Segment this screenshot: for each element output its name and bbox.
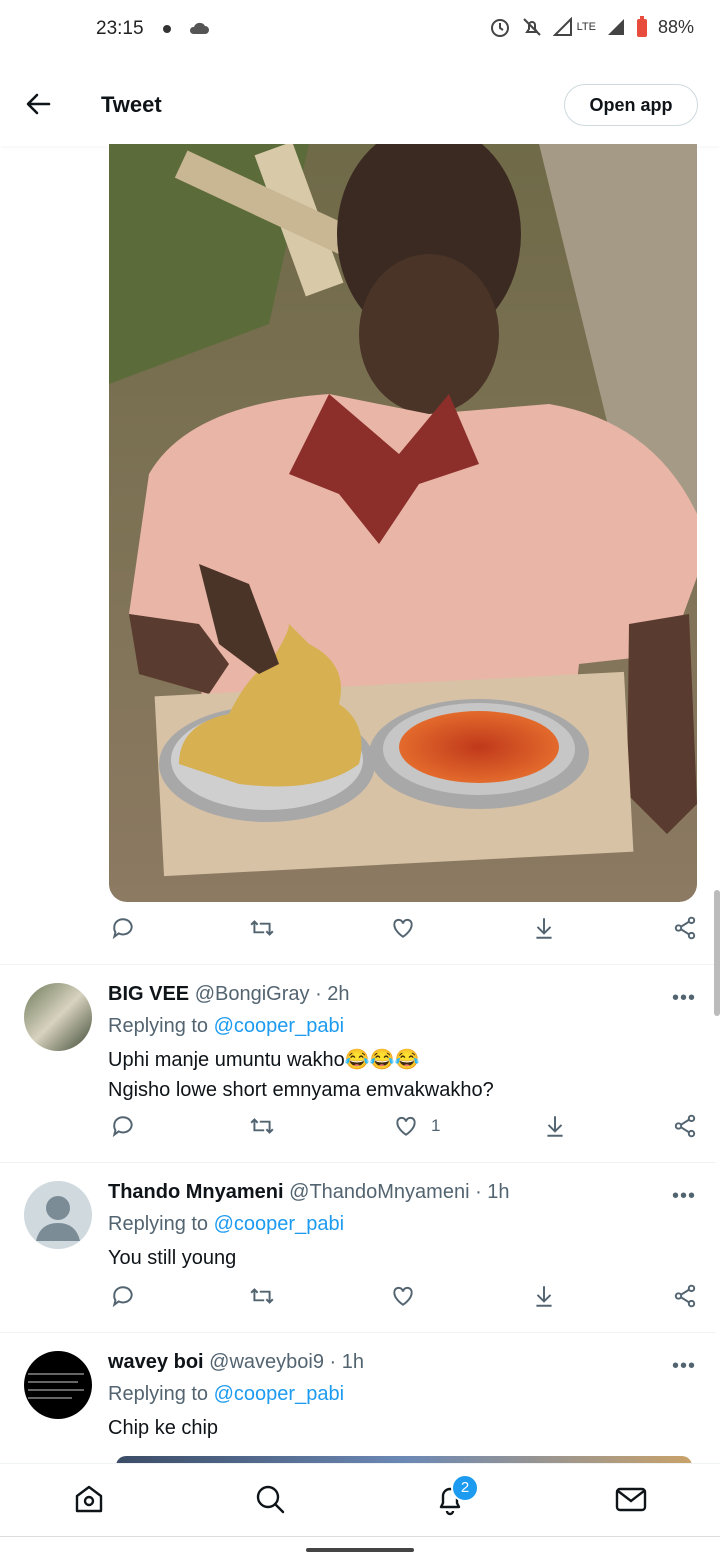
- person-icon: [36, 1196, 80, 1241]
- replying-handle-link[interactable]: @cooper_pabi: [214, 1383, 344, 1405]
- reply-text: You still young: [108, 1243, 236, 1273]
- reply-actions: 1: [0, 1113, 720, 1153]
- reply-text-line: You still young: [108, 1247, 237, 1269]
- like-button[interactable]: 1: [393, 1113, 440, 1139]
- retweet-icon: [250, 1118, 274, 1134]
- reply-header: wavey boi @waveyboi9 · 1h: [108, 1351, 364, 1374]
- page-title: Tweet: [101, 92, 162, 117]
- retweet-icon: [250, 920, 274, 936]
- share-icon: [674, 1284, 696, 1308]
- alarm-icon: [490, 19, 509, 37]
- open-app-button[interactable]: Open app: [564, 84, 698, 126]
- download-button[interactable]: [542, 1113, 568, 1139]
- heart-icon: [393, 918, 413, 938]
- replying-handle-link[interactable]: @cooper_pabi: [214, 1213, 344, 1235]
- notification-dot-icon: [163, 25, 171, 33]
- replying-to: Replying to @cooper_pabi: [108, 1015, 344, 1038]
- home-indicator[interactable]: [306, 1548, 414, 1552]
- user-name[interactable]: BIG VEE: [108, 983, 189, 1005]
- tweet-actions: [0, 915, 720, 955]
- reply-item[interactable]: Thando Mnyameni @ThandoMnyameni · 1h •••…: [0, 1163, 720, 1333]
- reply-text-line: Chip ke chip: [108, 1417, 219, 1439]
- reply-icon: [112, 1286, 133, 1308]
- messages-envelope-icon[interactable]: [614, 1482, 648, 1516]
- reply-text-line: Ngisho lowe short emnyama emvakwakho?: [108, 1079, 494, 1101]
- reply-header: BIG VEE @BongiGray · 2h: [108, 983, 350, 1006]
- heart-icon: [393, 1286, 413, 1306]
- reply-time: · 1h: [475, 1181, 510, 1203]
- replying-label: Replying to: [108, 1015, 209, 1037]
- share-button[interactable]: [672, 1113, 698, 1139]
- retweet-button[interactable]: [249, 1113, 275, 1139]
- status-bar: 23:15 LTE 88%: [0, 0, 720, 60]
- default-avatar[interactable]: [24, 1181, 92, 1249]
- bottom-nav: [0, 1463, 720, 1536]
- avatar[interactable]: [24, 983, 92, 1051]
- mute-icon: [522, 18, 541, 36]
- text-avatar-image: [28, 1373, 84, 1399]
- download-icon: [536, 918, 552, 939]
- user-name[interactable]: Thando Mnyameni: [108, 1181, 284, 1203]
- reply-text: Uphi manje umuntu wakho😂😂😂 Ngisho lowe s…: [108, 1045, 494, 1105]
- reply-button[interactable]: [110, 1113, 136, 1139]
- like-button[interactable]: [390, 1283, 416, 1309]
- reply-text-line: Uphi manje umuntu wakho😂😂😂: [108, 1049, 420, 1071]
- reply-item[interactable]: BIG VEE @BongiGray · 2h ••• Replying to …: [0, 965, 720, 1163]
- battery-icon: [636, 16, 647, 37]
- reply-icon: [112, 918, 133, 940]
- reply-icon: [112, 1116, 133, 1138]
- tweet-photo[interactable]: [109, 144, 697, 902]
- share-icon: [674, 916, 696, 940]
- replying-label: Replying to: [108, 1383, 209, 1405]
- battery-level: 88%: [657, 16, 694, 37]
- reply-button[interactable]: [110, 915, 136, 941]
- replying-label: Replying to: [108, 1213, 209, 1235]
- replying-to: Replying to @cooper_pabi: [108, 1383, 344, 1406]
- more-options-icon[interactable]: •••: [672, 1185, 696, 1208]
- scrollbar[interactable]: [714, 890, 720, 1016]
- user-handle[interactable]: @BongiGray: [195, 983, 310, 1005]
- reply-time: · 2h: [315, 983, 350, 1005]
- more-options-icon[interactable]: •••: [672, 1355, 696, 1378]
- download-icon: [547, 1116, 563, 1137]
- status-time: 23:15: [96, 18, 144, 39]
- search-icon[interactable]: [253, 1482, 287, 1516]
- replying-to: Replying to @cooper_pabi: [108, 1213, 344, 1236]
- share-button[interactable]: [672, 915, 698, 941]
- like-button[interactable]: [390, 915, 416, 941]
- reply-button[interactable]: [110, 1283, 136, 1309]
- reply-header: Thando Mnyameni @ThandoMnyameni · 1h: [108, 1181, 510, 1204]
- notifications-badge: 2: [451, 1474, 479, 1502]
- signal-icon-2: [607, 19, 624, 35]
- user-handle[interactable]: @ThandoMnyameni: [289, 1181, 469, 1203]
- signal-icon: [552, 17, 572, 36]
- download-button[interactable]: [531, 1283, 557, 1309]
- home-icon[interactable]: [72, 1482, 106, 1516]
- user-name[interactable]: wavey boi: [108, 1351, 204, 1373]
- heart-icon: [396, 1116, 416, 1136]
- download-button[interactable]: [531, 915, 557, 941]
- replying-handle-link[interactable]: @cooper_pabi: [214, 1015, 344, 1037]
- download-icon: [536, 1286, 552, 1307]
- reply-text: Chip ke chip: [108, 1413, 218, 1443]
- user-handle[interactable]: @waveyboi9: [209, 1351, 324, 1373]
- share-icon: [674, 1114, 696, 1138]
- reply-time: · 1h: [329, 1351, 365, 1373]
- back-arrow-icon[interactable]: [22, 88, 54, 120]
- photo-illustration: [109, 144, 697, 902]
- retweet-button[interactable]: [249, 1283, 275, 1309]
- retweet-button[interactable]: [249, 915, 275, 941]
- share-button[interactable]: [672, 1283, 698, 1309]
- network-type: LTE: [576, 21, 596, 33]
- like-count: 1: [431, 1116, 441, 1135]
- reply-item[interactable]: wavey boi @waveyboi9 · 1h ••• Replying t…: [0, 1333, 720, 1463]
- top-bar: Tweet Open app: [0, 62, 720, 146]
- retweet-icon: [250, 1288, 274, 1304]
- cloud-icon: [189, 22, 209, 34]
- avatar[interactable]: [24, 1351, 92, 1419]
- reply-actions: [0, 1283, 720, 1323]
- more-options-icon[interactable]: •••: [672, 987, 696, 1010]
- gesture-bar: [0, 1536, 720, 1561]
